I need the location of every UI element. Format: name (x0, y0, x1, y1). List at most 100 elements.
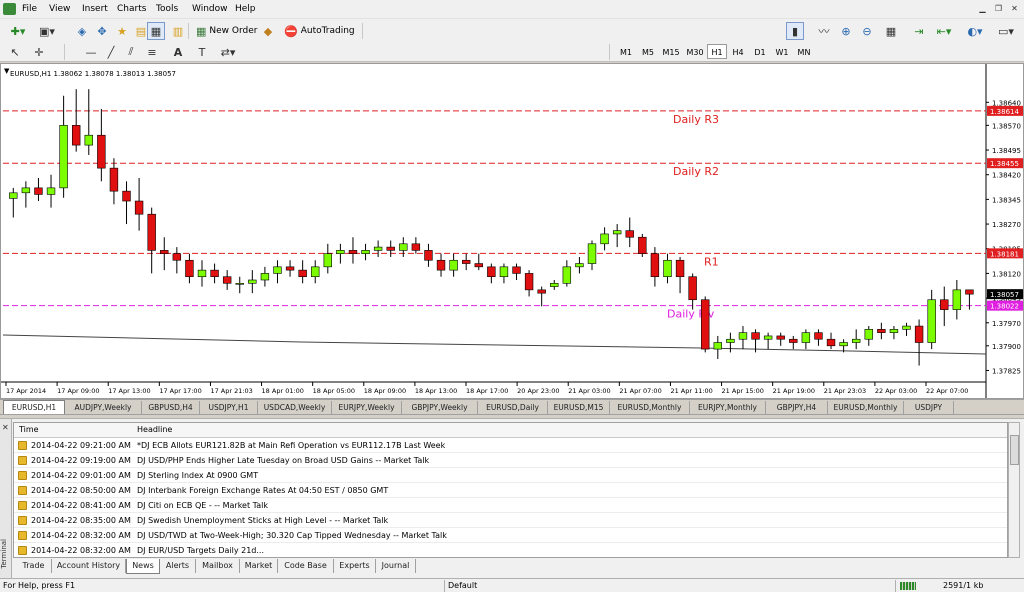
terminal-tab-mailbox[interactable]: Mailbox (196, 559, 240, 573)
channel-icon[interactable]: ⫽ (124, 43, 138, 61)
profiles-icon[interactable]: ▣▾ (36, 22, 58, 40)
timeframe-mn[interactable]: MN (793, 44, 815, 59)
news-row[interactable]: 2014-04-22 09:01:00 AM DJ Sterling Index … (14, 468, 1007, 483)
timeframe-w1[interactable]: W1 (771, 44, 793, 59)
text-label-icon[interactable]: T (195, 43, 209, 61)
trendline-icon[interactable]: ╱ (104, 43, 118, 61)
terminal-tab-journal[interactable]: Journal (376, 559, 416, 573)
chart-tabs: EURUSD,H1 AUDJPY,Weekly GBPUSD,H4 USDJPY,H1… (0, 399, 1024, 415)
chart-tab[interactable]: EURUSD,M15 (548, 401, 610, 414)
restore-icon[interactable]: ❐ (992, 3, 1005, 15)
news-row[interactable]: 2014-04-22 08:50:00 AM DJ Interbank Forei… (14, 483, 1007, 498)
text-icon[interactable]: A (171, 43, 185, 61)
chart-window[interactable]: 1.38640 1.38570 1.38495 1.38420 1.38345 1.382… (0, 63, 1024, 399)
navigator-icon[interactable]: ★ (114, 22, 130, 40)
chart-tab[interactable]: USDJPY,H1 (200, 401, 258, 414)
terminal-tab-alerts[interactable]: Alerts (160, 559, 196, 573)
timeframe-m5[interactable]: M5 (637, 44, 659, 59)
chart-tab[interactable]: EURUSD,H1 (3, 400, 65, 414)
candle-body (436, 259, 446, 271)
news-row[interactable]: 2014-04-22 08:32:00 AM DJ USD/TWD at Two-… (14, 528, 1007, 543)
news-row[interactable]: 2014-04-22 08:41:00 AM DJ Citi on ECB QE … (14, 498, 1007, 513)
column-time[interactable]: Time (19, 425, 39, 434)
indicators-icon[interactable]: ◐▾ (965, 22, 985, 40)
metaeditor-icon[interactable]: ◆ (260, 22, 276, 40)
price-tick-label: 1.37970 (992, 320, 1021, 328)
candle-body (34, 187, 43, 195)
chart-tab[interactable]: EURUSD,Monthly (828, 401, 904, 414)
close-icon[interactable]: ✕ (1008, 3, 1021, 15)
moving-average-line (2, 334, 987, 355)
chart-tab[interactable]: EURUSD,Monthly (610, 401, 690, 414)
terminal-tab-trade[interactable]: Trade (16, 559, 52, 573)
chart-tab[interactable]: EURUSD,Daily (478, 401, 548, 414)
candle-body (751, 332, 760, 340)
periods-icon[interactable]: ▭▾ (995, 22, 1017, 40)
close-terminal-icon[interactable]: ✕ (2, 423, 9, 432)
scrollbar-thumb[interactable] (1010, 435, 1019, 465)
auto-scroll-icon[interactable]: ⇥ (911, 22, 927, 40)
news-row[interactable]: 2014-04-22 08:32:00 AM DJ EUR/USD Targets… (14, 543, 1007, 557)
cursor-icon[interactable]: ↖ (8, 43, 22, 61)
timeframe-m1[interactable]: M1 (615, 44, 637, 59)
tile-windows-icon[interactable]: ▦ (883, 22, 899, 40)
chart-tab[interactable]: USDCAD,Weekly (258, 401, 332, 414)
market-watch-icon[interactable]: ◈ (74, 22, 90, 40)
news-row[interactable]: 2014-04-22 09:21:00 AM *DJ ECB Allots EUR… (14, 438, 1007, 453)
candle-body (248, 279, 257, 284)
chart-window-icon[interactable]: ▥ (170, 22, 186, 40)
candle-body (260, 273, 270, 281)
news-row[interactable]: 2014-04-22 09:19:00 AM DJ USD/PHP Ends Hi… (14, 453, 1007, 468)
menu-help[interactable]: Help (235, 4, 256, 14)
horizontal-line-icon[interactable]: — (84, 43, 98, 61)
time-tick-label: 18 Apr 05:00 (313, 387, 355, 395)
chart-shift-icon[interactable]: ⇤▾ (935, 22, 953, 40)
candlestick-chart[interactable]: 1.386401.385701.384951.384201.383451.382… (1, 64, 1023, 398)
news-scrollbar[interactable] (1008, 422, 1020, 558)
zoom-out-icon[interactable]: ⊖ (859, 22, 875, 40)
news-item-icon (18, 516, 27, 525)
data-window-icon[interactable]: ✥ (94, 22, 110, 40)
current-price-label: 1.38057 (990, 291, 1019, 299)
news-table[interactable]: Time Headline 2014-04-22 09:21:00 AM *DJ … (13, 422, 1008, 558)
terminal-tab-market[interactable]: Market (240, 559, 278, 573)
chart-tab[interactable]: EURJPY,Weekly (332, 401, 402, 414)
crosshair-icon[interactable]: ✛ (32, 43, 46, 61)
terminal-tab-experts[interactable]: Experts (334, 559, 376, 573)
new-chart-icon[interactable]: ✚▾ (6, 22, 30, 40)
minimize-icon[interactable]: ▁ (976, 3, 989, 15)
line-chart-icon[interactable]: 〰 (816, 22, 832, 40)
arrows-icon[interactable]: ⇄▾ (218, 43, 238, 61)
menu-tools[interactable]: Tools (156, 4, 178, 14)
candlestick-chart-icon[interactable]: ▮ (786, 22, 804, 40)
candle-body (763, 335, 773, 340)
chart-tab[interactable]: AUDJPY,Weekly (65, 401, 142, 414)
chart-tab[interactable]: GBPJPY,H4 (766, 401, 828, 414)
menu-charts[interactable]: Charts (117, 4, 146, 14)
chart-tab[interactable]: GBPUSD,H4 (142, 401, 200, 414)
pivot-level-label: Daily R2 (673, 165, 719, 178)
chart-tab[interactable]: EURJPY,Monthly (690, 401, 766, 414)
autotrading-button[interactable]: ⛔ AutoTrading (280, 21, 359, 41)
new-order-button[interactable]: ▦ New Order (192, 21, 261, 41)
column-headline[interactable]: Headline (137, 425, 172, 434)
chart-tab[interactable]: USDJPY (904, 401, 954, 414)
timeframe-m15[interactable]: M15 (659, 44, 683, 59)
menu-window[interactable]: Window (192, 4, 228, 14)
chart-tab[interactable]: GBPJPY,Weekly (402, 401, 478, 414)
terminal-tab-news[interactable]: News (126, 559, 160, 574)
strategy-tester-icon[interactable]: ▦ (147, 22, 165, 40)
fibonacci-icon[interactable]: ≡ (145, 43, 159, 61)
news-row[interactable]: 2014-04-22 08:35:00 AM DJ Swedish Unemplo… (14, 513, 1007, 528)
timeframe-h4[interactable]: H4 (727, 44, 749, 59)
timeframe-h1[interactable]: H1 (707, 44, 727, 59)
timeframe-d1[interactable]: D1 (749, 44, 771, 59)
timeframe-m30[interactable]: M30 (683, 44, 707, 59)
menu-view[interactable]: View (49, 4, 70, 14)
terminal-tab-account-history[interactable]: Account History (52, 559, 126, 573)
zoom-in-icon[interactable]: ⊕ (838, 22, 854, 40)
candle-body (587, 243, 597, 264)
menu-file[interactable]: File (22, 4, 37, 14)
menu-insert[interactable]: Insert (82, 4, 108, 14)
terminal-tab-code-base[interactable]: Code Base (278, 559, 334, 573)
